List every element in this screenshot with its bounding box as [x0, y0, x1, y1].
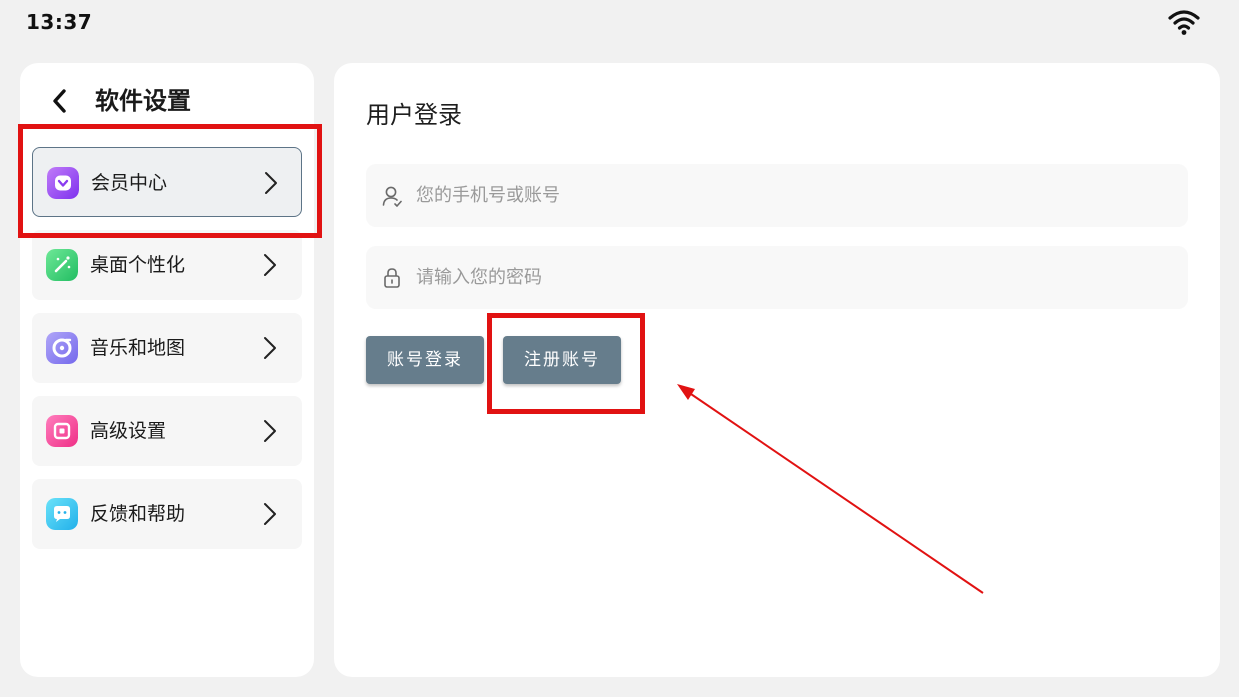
sidebar-item-music-and-map[interactable]: 音乐和地图 — [32, 313, 302, 383]
login-panel: 用户登录 账号登录 注册账号 — [334, 63, 1220, 677]
settings-chip-icon — [46, 415, 78, 447]
status-time: 13:37 — [26, 10, 93, 34]
chevron-right-icon — [265, 172, 277, 194]
music-disc-icon — [46, 332, 78, 364]
register-account-button[interactable]: 注册账号 — [503, 336, 621, 384]
chevron-right-icon — [264, 420, 276, 442]
account-input[interactable] — [416, 164, 1176, 227]
chevron-left-icon[interactable] — [48, 87, 72, 115]
page-title: 用户登录 — [366, 101, 462, 129]
sidebar-header: 软件设置 — [20, 85, 314, 119]
sidebar-item-feedback-and-help[interactable]: 反馈和帮助 — [32, 479, 302, 549]
chevron-right-icon — [264, 503, 276, 525]
user-icon — [382, 186, 402, 207]
sidebar-item-advanced-settings[interactable]: 高级设置 — [32, 396, 302, 466]
sidebar-item-label: 高级设置 — [90, 420, 167, 442]
wifi-icon — [1168, 10, 1200, 35]
sidebar-item-label: 音乐和地图 — [90, 337, 186, 359]
heart-badge-icon — [47, 167, 79, 199]
sidebar-title: 软件设置 — [95, 87, 191, 115]
chevron-right-icon — [264, 337, 276, 359]
sidebar-item-label: 桌面个性化 — [90, 254, 186, 276]
account-login-button[interactable]: 账号登录 — [366, 336, 484, 384]
sidebar-item-desktop-personalization[interactable]: 桌面个性化 — [32, 230, 302, 300]
sidebar-item-label: 反馈和帮助 — [90, 503, 186, 525]
chevron-right-icon — [264, 254, 276, 276]
settings-sidebar: 软件设置 会员中心 桌面个性化 音乐和地图 高级设置 反馈和帮助 — [20, 63, 314, 677]
sidebar-item-member-center[interactable]: 会员中心 — [32, 147, 302, 217]
password-field[interactable] — [366, 246, 1188, 309]
status-bar: 13:37 — [0, 0, 1239, 44]
password-input[interactable] — [416, 246, 1176, 309]
sidebar-item-label: 会员中心 — [91, 172, 168, 194]
magic-wand-icon — [46, 249, 78, 281]
account-field[interactable] — [366, 164, 1188, 227]
lock-icon — [384, 268, 400, 288]
chat-bubble-icon — [46, 498, 78, 530]
